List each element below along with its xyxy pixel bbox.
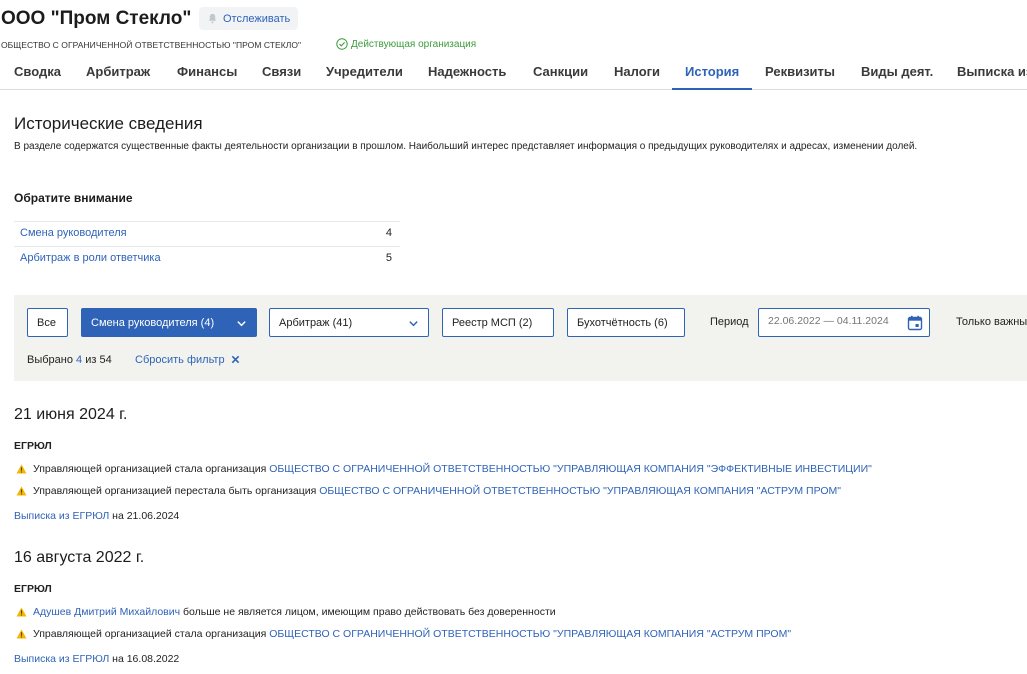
filter-director-change-dropdown[interactable]: Смена руководителя (4) [81, 308, 257, 337]
filter-arbitration-label: Арбитраж (41) [279, 316, 353, 329]
note-count: 5 [385, 252, 392, 264]
organization-link[interactable]: ОБЩЕСТВО С ОГРАНИЧЕННОЙ ОТВЕТСТВЕННОСТЬЮ… [319, 485, 841, 497]
company-full-name: ОБЩЕСТВО С ОГРАНИЧЕННОЙ ОТВЕТСТВЕННОСТЬЮ… [1, 40, 302, 50]
tab-requisites[interactable]: Реквизиты [765, 55, 835, 90]
chevron-down-icon [237, 321, 246, 327]
tab-history[interactable]: История [672, 55, 753, 90]
period-input[interactable] [768, 315, 898, 327]
filter-msp-registry-button[interactable]: Реестр МСП (2) [442, 308, 554, 337]
note-count: 4 [385, 227, 392, 239]
section-description: В разделе содержатся существенные факты … [14, 141, 918, 152]
notes-title: Обратите внимание [14, 191, 133, 205]
event-line: Управляющей организацией стала организац… [16, 628, 791, 640]
reset-filter-label: Сбросить фильтр [135, 354, 225, 366]
event-text: Управляющей организацией перестала быть … [33, 485, 320, 497]
event-source: ЕГРЮЛ [14, 440, 52, 452]
tab-extract[interactable]: Выписка из [957, 55, 1027, 90]
selected-number: 4 [76, 354, 83, 366]
tab-reliability[interactable]: Надежность [428, 55, 506, 90]
note-link-director-change[interactable]: Смена руководителя [20, 227, 127, 239]
company-title: ООО "Пром Стекло" [1, 8, 192, 29]
event-line: Управляющей организацией стала организац… [16, 463, 872, 475]
event-date: 21 июня 2024 г. [14, 406, 128, 423]
filter-accounting-button[interactable]: Бухотчётность (6) [567, 308, 685, 337]
close-icon [231, 355, 239, 364]
only-important-toggle-label[interactable]: Только важные [956, 316, 1027, 328]
organization-link[interactable]: ОБЩЕСТВО С ОГРАНИЧЕННОЙ ОТВЕТСТВЕННОСТЬЮ… [269, 628, 791, 640]
tab-activities[interactable]: Виды деят. [861, 55, 933, 90]
status-badge: Действующая организация [336, 38, 476, 50]
reset-filter-button[interactable]: Сбросить фильтр [135, 354, 240, 366]
event-line: Управляющей организацией перестала быть … [16, 485, 841, 497]
warning-icon [16, 607, 27, 617]
notes-list: Смена руководителя 4 Арбитраж в роли отв… [14, 221, 400, 271]
watch-button[interactable]: Отслеживать [199, 7, 299, 30]
event-footer: Выписка из ЕГРЮЛ на 16.08.2022 [14, 653, 179, 665]
period-field[interactable] [758, 308, 930, 337]
list-item: Арбитраж в роли ответчика 5 [14, 246, 400, 271]
selected-prefix: Выбрано [27, 354, 73, 366]
event-line: Адушев Дмитрий Михайлович больше не явля… [16, 606, 556, 618]
warning-icon [16, 629, 27, 639]
chevron-down-icon [409, 321, 418, 327]
tab-taxes[interactable]: Налоги [614, 55, 660, 90]
event-footer: Выписка из ЕГРЮЛ на 21.06.2024 [14, 510, 179, 522]
filter-panel: Все Смена руководителя (4) Арбитраж (41)… [14, 295, 1027, 381]
event-footer-date: на 21.06.2024 [109, 510, 180, 522]
list-item: Смена руководителя 4 [14, 221, 400, 246]
section-title: Исторические сведения [14, 114, 203, 133]
event-text: Управляющей организацией стала организац… [33, 628, 270, 640]
filter-director-change-label: Смена руководителя (4) [91, 316, 215, 329]
event-footer-date: на 16.08.2022 [109, 653, 180, 665]
selected-count: Выбрано 4 из 54 [27, 354, 112, 366]
tab-arbitration[interactable]: Арбитраж [86, 55, 150, 90]
filter-msp-registry-label: Реестр МСП (2) [452, 316, 533, 329]
organization-link[interactable]: ОБЩЕСТВО С ОГРАНИЧЕННОЙ ОТВЕТСТВЕННОСТЬЮ… [269, 463, 872, 475]
egrul-extract-link[interactable]: Выписка из ЕГРЮЛ [14, 510, 109, 522]
filter-accounting-label: Бухотчётность (6) [577, 316, 668, 329]
tab-summary[interactable]: Сводка [14, 55, 61, 90]
tab-founders[interactable]: Учредители [326, 55, 403, 90]
filter-arbitration-dropdown[interactable]: Арбитраж (41) [269, 308, 429, 337]
selected-of: из 54 [85, 354, 112, 366]
filter-all-label: Все [37, 316, 56, 329]
person-link[interactable]: Адушев Дмитрий Михайлович [33, 606, 180, 618]
company-header: ООО "Пром Стекло" Отслеживать ОБЩЕСТВО С… [0, 0, 1027, 90]
check-circle-icon [336, 38, 348, 50]
status-text: Действующая организация [351, 38, 477, 50]
watch-label: Отслеживать [223, 12, 291, 25]
tab-bar: Сводка Арбитраж Финансы Связи Учредители… [0, 55, 1027, 90]
tab-finance[interactable]: Финансы [177, 55, 237, 90]
filter-all-button[interactable]: Все [27, 308, 68, 337]
tab-links[interactable]: Связи [262, 55, 301, 90]
bell-icon [208, 13, 217, 24]
event-text: больше не является лицом, имеющим право … [180, 606, 556, 618]
warning-icon [16, 486, 27, 496]
egrul-extract-link[interactable]: Выписка из ЕГРЮЛ [14, 653, 109, 665]
tab-sanctions[interactable]: Санкции [533, 55, 588, 90]
event-date: 16 августа 2022 г. [14, 549, 145, 566]
event-text: Управляющей организацией стала организац… [33, 463, 270, 475]
warning-icon [16, 464, 27, 474]
note-link-arbitration-defendant[interactable]: Арбитраж в роли ответчика [20, 252, 161, 264]
calendar-icon[interactable] [907, 315, 923, 331]
event-source: ЕГРЮЛ [14, 583, 52, 595]
period-label: Период [710, 316, 749, 328]
